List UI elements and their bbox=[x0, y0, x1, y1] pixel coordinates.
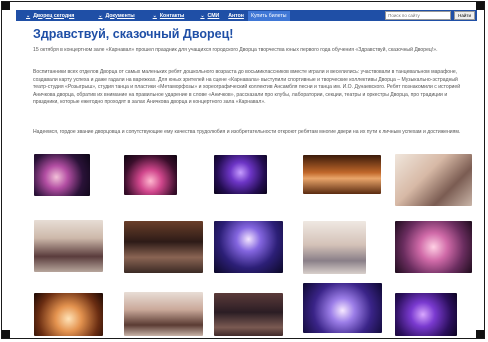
photo-children-10[interactable] bbox=[395, 221, 472, 273]
photo-children-5[interactable] bbox=[395, 154, 472, 206]
photo-stage-lights-8[interactable] bbox=[214, 221, 283, 273]
search-input[interactable] bbox=[385, 11, 452, 20]
chevron-down-icon: ⌄ bbox=[152, 12, 157, 19]
photo-dancers-12[interactable] bbox=[124, 292, 203, 336]
search-button[interactable]: Найти bbox=[454, 11, 475, 20]
nav-item-media[interactable]: ⌄ СМИ bbox=[200, 13, 219, 19]
nav-item-label: Контакты bbox=[159, 12, 185, 19]
photo-children-9[interactable] bbox=[303, 221, 366, 274]
photo-stage-show-3[interactable] bbox=[214, 155, 267, 194]
nav-item-label: Документы bbox=[105, 12, 135, 19]
photo-stage-group-4[interactable] bbox=[303, 155, 381, 194]
chevron-down-icon: ⌄ bbox=[98, 12, 103, 19]
search-form: Найти bbox=[385, 11, 475, 20]
corner-mark bbox=[2, 2, 10, 10]
nav-item-label: СМИ bbox=[207, 12, 220, 19]
photo-children-6[interactable] bbox=[34, 220, 103, 272]
photo-stage-dancers-2[interactable] bbox=[124, 155, 177, 195]
page-frame: ⌄ Дворец сегодня ⌄ Документы ⌄ Контакты ⌄ СМ… bbox=[1, 1, 485, 339]
intro-paragraph: 15 октября в концертном зале «Карнавал» … bbox=[33, 47, 438, 53]
photo-ballet-14[interactable] bbox=[303, 283, 382, 333]
nav-item-label: Антон bbox=[228, 12, 244, 19]
photo-stage-15[interactable] bbox=[395, 293, 457, 336]
photo-audience-13[interactable] bbox=[214, 293, 283, 336]
photo-stage-performance-1[interactable] bbox=[34, 154, 90, 196]
nav-item-palace-today[interactable]: ⌄ Дворец сегодня bbox=[26, 13, 74, 19]
nav-item-label: Дворец сегодня bbox=[33, 12, 75, 19]
photo-stage-dancers-11[interactable] bbox=[34, 293, 103, 336]
nav-item-documents[interactable]: ⌄ Документы bbox=[98, 13, 134, 19]
chevron-down-icon: ⌄ bbox=[26, 12, 31, 19]
top-navigation-bar: ⌄ Дворец сегодня ⌄ Документы ⌄ Контакты ⌄ СМ… bbox=[16, 10, 477, 21]
nav-item-contacts[interactable]: ⌄ Контакты bbox=[153, 13, 185, 19]
closing-paragraph: Надеемся, гордое звание дворцовца и сопу… bbox=[33, 129, 461, 135]
nav-item-anton[interactable]: Антон bbox=[228, 13, 244, 19]
buy-tickets-button[interactable]: Купить билеты bbox=[247, 10, 290, 21]
photo-audience-7[interactable] bbox=[124, 221, 203, 273]
corner-mark bbox=[476, 330, 484, 338]
page-title: Здравствуй, сказочный Дворец! bbox=[33, 27, 234, 41]
body-paragraph: Воспитанники всех отделов Дворца от самы… bbox=[33, 69, 461, 105]
corner-mark bbox=[2, 330, 10, 338]
chevron-down-icon: ⌄ bbox=[200, 12, 205, 19]
corner-mark bbox=[476, 2, 484, 10]
